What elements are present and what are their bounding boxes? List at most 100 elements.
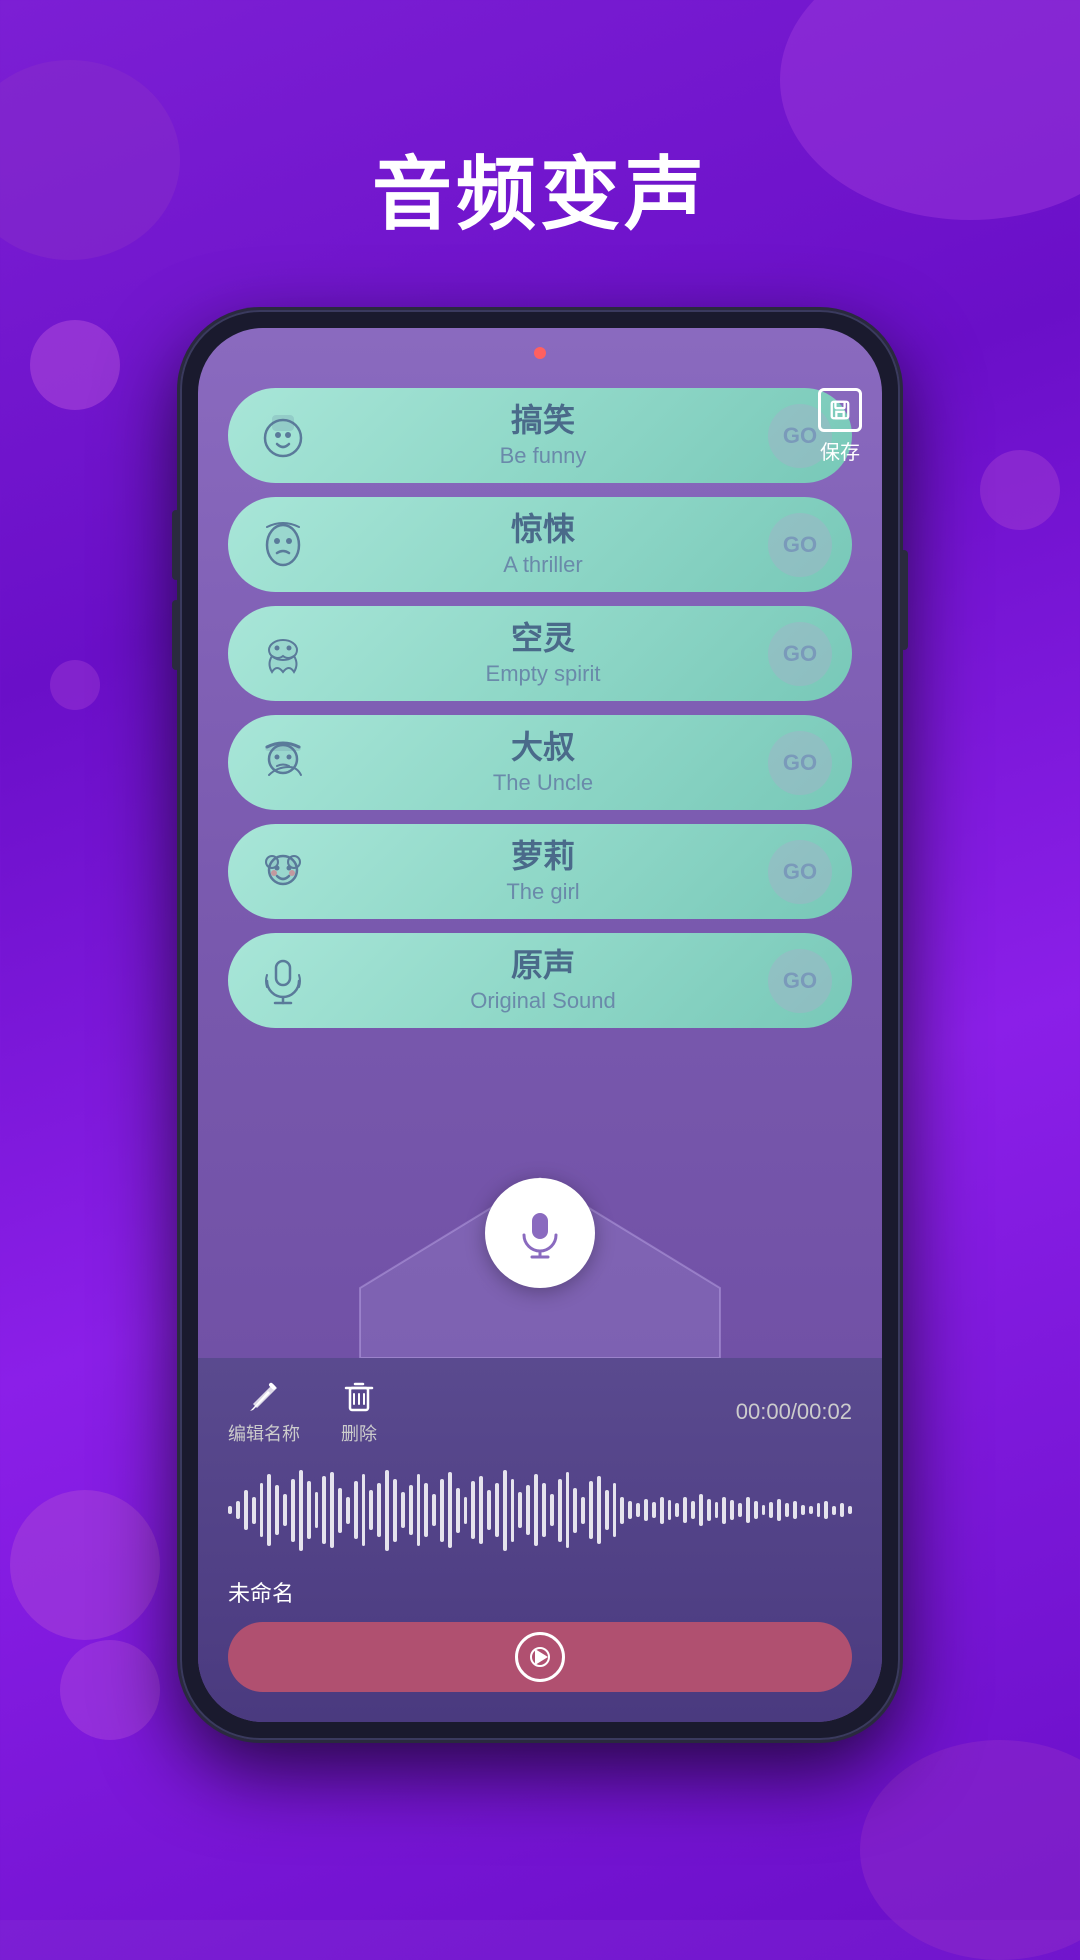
wave-bar — [440, 1479, 444, 1542]
wave-bar — [652, 1502, 656, 1518]
wave-bar — [707, 1499, 711, 1522]
wave-bar — [417, 1474, 421, 1546]
wave-bar — [699, 1494, 703, 1526]
wave-bar — [801, 1505, 805, 1516]
wave-bar — [456, 1488, 460, 1533]
wave-bar — [432, 1494, 436, 1526]
wave-bar — [777, 1499, 781, 1522]
effect-name-cn-funny: 搞笑 — [318, 400, 768, 442]
wave-bar — [754, 1501, 758, 1519]
wave-bar — [550, 1494, 554, 1526]
time-display: 00:00/00:02 — [736, 1399, 852, 1425]
effect-item-funny[interactable]: 搞笑 Be funny GO — [228, 388, 852, 483]
edit-icon — [245, 1378, 283, 1416]
wave-bar — [354, 1481, 358, 1540]
effect-icon-thriller — [248, 510, 318, 580]
effect-name-cn-uncle: 大叔 — [318, 727, 768, 769]
effects-list: 搞笑 Be funny GO 惊悚 A thriller GO 空灵 — [198, 378, 882, 1158]
wave-bar — [299, 1470, 303, 1551]
effect-item-thriller[interactable]: 惊悚 A thriller GO — [228, 497, 852, 592]
effect-icon-spirit — [248, 619, 318, 689]
phone-screen: 保存 搞笑 Be funny GO 惊悚 — [198, 328, 882, 1722]
go-button-spirit[interactable]: GO — [768, 622, 832, 686]
wave-bar — [307, 1481, 311, 1540]
phone-device: 保存 搞笑 Be funny GO 惊悚 — [180, 310, 900, 1740]
effect-item-spirit[interactable]: 空灵 Empty spirit GO — [228, 606, 852, 701]
wave-bar — [746, 1497, 750, 1522]
wave-bar — [840, 1503, 844, 1517]
effect-name-cn-spirit: 空灵 — [318, 618, 768, 660]
effect-name-en-funny: Be funny — [318, 442, 768, 471]
volume-down-button — [172, 600, 180, 670]
wave-bar — [495, 1483, 499, 1537]
wave-bar — [824, 1501, 828, 1519]
delete-icon — [340, 1378, 378, 1416]
edit-name-label: 编辑名称 — [228, 1420, 300, 1446]
effect-name-en-original: Original Sound — [318, 987, 768, 1016]
effect-name-cn-girl: 萝莉 — [318, 836, 768, 878]
mic-section — [198, 1158, 882, 1358]
bg-blob-3 — [30, 320, 120, 410]
wave-bar — [401, 1492, 405, 1528]
effect-item-original[interactable]: 原声 Original Sound GO — [228, 933, 852, 1028]
save-icon — [818, 388, 862, 432]
bg-blob-4 — [50, 660, 100, 710]
wave-bar — [385, 1470, 389, 1551]
go-button-girl[interactable]: GO — [768, 840, 832, 904]
filename: 未命名 — [228, 1576, 852, 1608]
wave-bar — [581, 1497, 585, 1524]
wave-bar — [644, 1499, 648, 1522]
go-button-thriller[interactable]: GO — [768, 513, 832, 577]
wave-bar — [338, 1488, 342, 1533]
wave-bar — [236, 1501, 240, 1519]
save-button[interactable]: 保存 — [818, 388, 862, 465]
notch-area — [198, 328, 882, 378]
effect-name-en-spirit: Empty spirit — [318, 660, 768, 689]
wave-bar — [471, 1481, 475, 1540]
wave-bar — [613, 1483, 617, 1537]
wave-bar — [722, 1497, 726, 1524]
wave-bar — [848, 1506, 852, 1513]
wave-bar — [252, 1497, 256, 1524]
wave-bar — [691, 1501, 695, 1519]
go-button-original[interactable]: GO — [768, 949, 832, 1013]
wave-bar — [424, 1483, 428, 1537]
wave-bar — [628, 1501, 632, 1519]
wave-bar — [377, 1483, 381, 1537]
wave-bar — [260, 1483, 264, 1537]
power-button — [900, 550, 908, 650]
bottom-toolbar: 编辑名称 删除 00:00/00: — [228, 1378, 852, 1446]
effect-icon-funny — [248, 401, 318, 471]
effect-item-uncle[interactable]: 大叔 The Uncle GO — [228, 715, 852, 810]
wave-bar — [589, 1481, 593, 1540]
effect-name-en-uncle: The Uncle — [318, 769, 768, 798]
wave-bar — [362, 1474, 366, 1546]
wave-bar — [228, 1506, 232, 1513]
delete-label: 删除 — [341, 1420, 377, 1446]
wave-bar — [542, 1483, 546, 1537]
wave-bar — [730, 1500, 734, 1520]
wave-bar — [267, 1474, 271, 1546]
wave-bar — [526, 1485, 530, 1535]
wave-bar — [832, 1506, 836, 1515]
bottom-section: 编辑名称 删除 00:00/00: — [198, 1358, 882, 1722]
delete-button[interactable]: 删除 — [340, 1378, 378, 1446]
play-button[interactable] — [228, 1622, 852, 1692]
play-icon — [515, 1632, 565, 1682]
record-button[interactable] — [485, 1178, 595, 1288]
bg-blob-7 — [60, 1640, 160, 1740]
bg-blob-8 — [860, 1740, 1080, 1960]
wave-bar — [487, 1490, 491, 1531]
effect-name-cn-thriller: 惊悚 — [318, 509, 768, 551]
effect-item-girl[interactable]: 萝莉 The girl GO — [228, 824, 852, 919]
wave-bar — [715, 1502, 719, 1518]
edit-name-button[interactable]: 编辑名称 — [228, 1378, 300, 1446]
wave-bar — [511, 1479, 515, 1542]
effect-name-en-thriller: A thriller — [318, 551, 768, 580]
wave-bar — [793, 1501, 797, 1519]
wave-bar — [448, 1472, 452, 1549]
wave-bar — [322, 1476, 326, 1544]
wave-bar — [762, 1505, 766, 1516]
wave-bar — [817, 1503, 821, 1517]
go-button-uncle[interactable]: GO — [768, 731, 832, 795]
